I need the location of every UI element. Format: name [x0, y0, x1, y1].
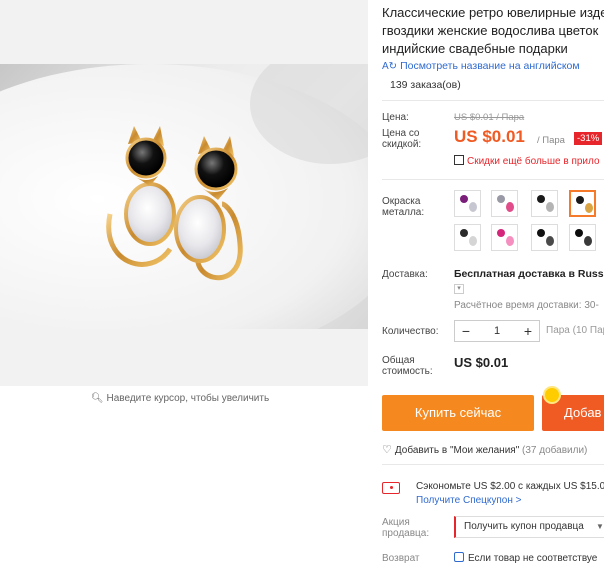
get-coupon-link[interactable]: Получите Спецкупон >: [416, 495, 522, 506]
quantity-unit-info: Пара (10 Пар: [546, 325, 604, 336]
discount-price: US $0.01: [454, 127, 525, 146]
seller-coupon-select[interactable]: Получить купон продавца ▼: [454, 516, 604, 538]
wishlist-label: Добавить в "Мои желания": [394, 445, 520, 456]
color-swatch-5[interactable]: [454, 224, 481, 251]
product-title-line-3: индийские свадебные подарки: [382, 41, 568, 56]
swatch-gem: [537, 229, 545, 237]
swatch-gem: [575, 229, 583, 237]
qr-code-icon: [454, 155, 464, 165]
buy-now-button[interactable]: Купить сейчас: [382, 395, 534, 431]
orders-count: 139 заказа(ов): [390, 79, 461, 91]
chevron-down-icon: ▼: [596, 522, 604, 531]
original-price: US $0.01 / Пара: [454, 112, 525, 123]
app-promo-link[interactable]: Скидки ещё больше в прило: [454, 155, 600, 167]
product-main-image[interactable]: [0, 64, 368, 329]
swatch-gem: [497, 195, 505, 203]
color-swatch-6[interactable]: [491, 224, 518, 251]
swatch-gem: [497, 229, 505, 237]
color-swatch-4[interactable]: [569, 190, 596, 217]
product-title-line-1: Классические ретро ювелирные изде: [382, 5, 604, 20]
swatch-gem: [546, 202, 554, 212]
swatch-gem: [546, 236, 554, 246]
color-swatch-2[interactable]: [491, 190, 518, 217]
earrings-photo: [0, 64, 368, 329]
coupon-savings-text: Сэкономьте US $2.00 с каждых US $15.0: [416, 481, 604, 492]
translate-link-text: Посмотреть название на английском: [400, 60, 580, 72]
swatch-gem: [537, 195, 545, 203]
swatch-gem: [469, 202, 477, 212]
zoom-hint: 🔍︎ Наведите курсор, чтобы увеличить: [0, 393, 360, 404]
quantity-stepper: − 1 +: [454, 320, 540, 342]
color-swatch-1[interactable]: [454, 190, 481, 217]
shipping-value: Бесплатная доставка в Russia: [454, 268, 604, 280]
quantity-decrease-button[interactable]: −: [455, 321, 477, 341]
swatch-gem: [584, 236, 592, 246]
magnifier-icon: 🔍︎: [90, 393, 104, 404]
returns-label: Возврат: [382, 553, 420, 564]
returns-info: Если товар не соответствуе: [454, 552, 597, 564]
color-swatch-8[interactable]: [569, 224, 596, 251]
coupon-icon: [382, 482, 400, 494]
divider: [382, 179, 604, 180]
seller-coupon-select-value: Получить купон продавца: [464, 521, 584, 532]
app-promo-text: Скидки ещё больше в прило: [467, 156, 600, 167]
swatch-gem: [506, 236, 514, 246]
color-swatch-3[interactable]: [531, 190, 558, 217]
color-swatch-7[interactable]: [531, 224, 558, 251]
product-gallery: 🔍︎ Наведите курсор, чтобы увеличить: [0, 0, 370, 567]
cart-coin-icon: [543, 386, 561, 404]
divider: [382, 464, 604, 465]
swatch-gem: [460, 195, 468, 203]
price-unit: / Пара: [537, 135, 565, 146]
swatch-gem: [460, 229, 468, 237]
swatch-gem: [585, 203, 593, 213]
translate-title-link[interactable]: A↻ Посмотреть название на английском: [382, 60, 580, 72]
wishlist-count: (37 добавили): [522, 445, 588, 456]
heart-icon: ♡: [382, 444, 392, 456]
discount-price-label: Цена со скидкой:: [382, 128, 422, 150]
swatch-gem: [576, 196, 584, 204]
divider: [382, 100, 604, 101]
gallery-bottom-background: [0, 329, 368, 386]
seller-promo-label: Акция продавца:: [382, 517, 430, 539]
shipping-label: Доставка:: [382, 269, 428, 280]
total-price: US $0.01: [454, 355, 509, 370]
add-to-wishlist-link[interactable]: ♡ Добавить в "Мои желания" (37 добавили): [382, 443, 587, 456]
discount-badge: -31%: [574, 132, 603, 145]
total-label: Общая стоимость:: [382, 355, 433, 377]
quantity-increase-button[interactable]: +: [517, 321, 539, 341]
delivery-time: Расчётное время доставки: 30-: [454, 300, 599, 311]
shield-icon: [454, 552, 464, 562]
gallery-top-background: [0, 0, 368, 64]
metal-color-label: Окраска металла:: [382, 196, 425, 218]
quantity-input[interactable]: 1: [477, 321, 517, 341]
product-detail-panel: Классические ретро ювелирные изде гвозди…: [370, 0, 604, 567]
swatch-gem: [469, 236, 477, 246]
price-label: Цена:: [382, 112, 409, 123]
zoom-hint-text: Наведите курсор, чтобы увеличить: [106, 393, 270, 404]
shipping-dropdown-icon[interactable]: ▾: [454, 284, 464, 294]
returns-text: Если товар не соответствуе: [468, 553, 598, 564]
quantity-label: Количество:: [382, 326, 439, 337]
product-title-line-2: гвоздики женские водослива цветок: [382, 23, 599, 38]
swatch-gem: [506, 202, 514, 212]
product-title: Классические ретро ювелирные изде гвозди…: [382, 4, 604, 58]
translate-icon: A↻: [382, 61, 398, 72]
